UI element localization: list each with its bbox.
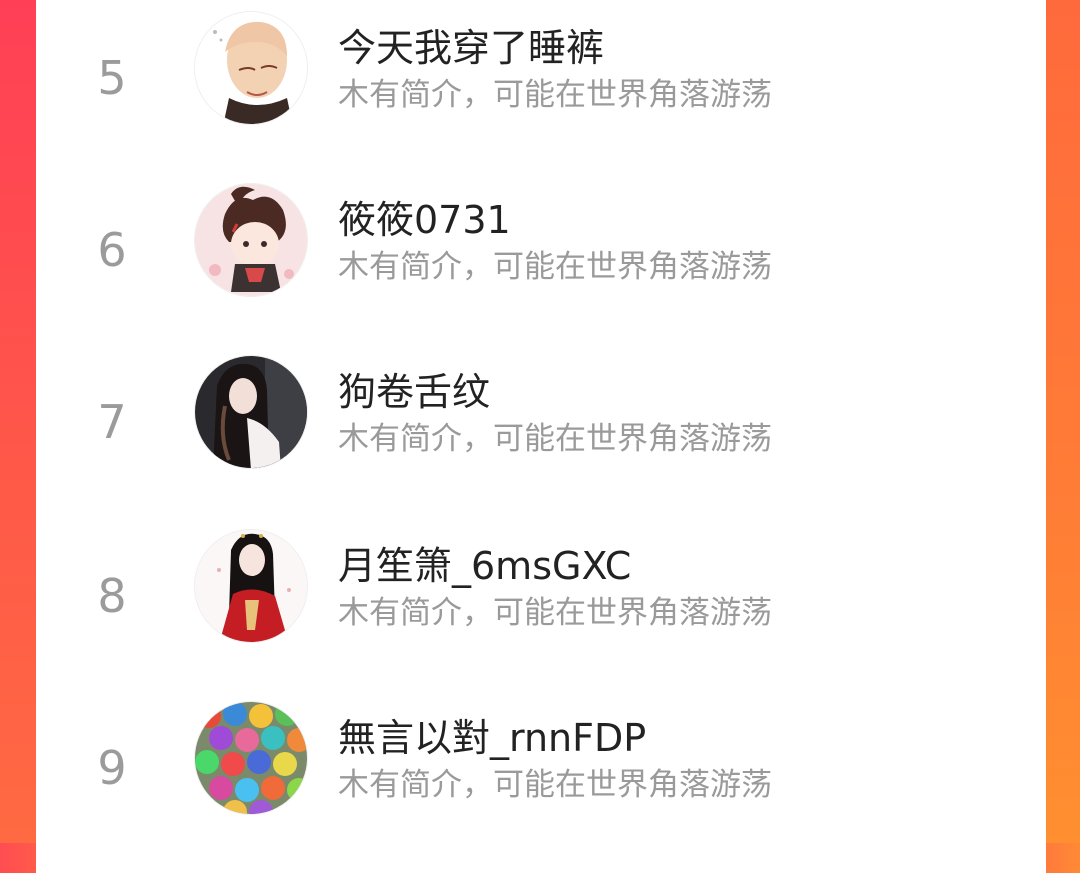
- rank-number: 5: [97, 51, 127, 105]
- ranking-list-item[interactable]: 9 無言以對_rnnFDP 木有简介，可能在世界角落游荡: [36, 701, 1046, 873]
- user-bio: 木有简介，可能在世界角落游荡: [338, 77, 772, 113]
- user-bio: 木有简介，可能在世界角落游荡: [338, 421, 772, 457]
- ranking-list-item[interactable]: 5 今天我穿了睡裤 木有简介，可能在世界角落游荡: [36, 11, 1046, 183]
- rank-number: 8: [97, 569, 127, 623]
- user-name: 今天我穿了睡裤: [338, 26, 605, 70]
- rank-number: 6: [97, 223, 127, 277]
- red-dress-girl-avatar-icon[interactable]: [194, 529, 308, 643]
- user-name: 月笙箫_6msGXC: [338, 544, 632, 588]
- ranking-list-item[interactable]: 8 月笙箫_6msGXC 木有简介，可能在世界角落游荡: [36, 529, 1046, 701]
- left-edge-background: [0, 0, 36, 843]
- user-bio: 木有简介，可能在世界角落游荡: [338, 767, 772, 803]
- user-name: 無言以對_rnnFDP: [338, 716, 647, 760]
- ranking-list-item[interactable]: 6 筱筱0731 木有简介，可能在世界角落游荡: [36, 183, 1046, 355]
- rank-number: 9: [97, 741, 127, 795]
- umbrellas-avatar-icon[interactable]: [194, 701, 308, 815]
- right-edge-background: [1046, 0, 1080, 843]
- user-bio: 木有简介，可能在世界角落游荡: [338, 595, 772, 631]
- user-name: 狗卷舌纹: [338, 370, 491, 414]
- ranking-panel: 5 今天我穿了睡裤 木有简介，可能在世界角落游荡 6 筱筱0731 木有简介，可…: [36, 0, 1046, 843]
- ranking-list-item[interactable]: 7 狗卷舌纹 木有简介，可能在世界角落游荡: [36, 355, 1046, 527]
- user-name: 筱筱0731: [338, 198, 511, 242]
- rank-number: 7: [97, 395, 127, 449]
- user-bio: 木有简介，可能在世界角落游荡: [338, 249, 772, 285]
- long-hair-girl-avatar-icon[interactable]: [194, 355, 308, 469]
- anime-girl-avatar-icon[interactable]: [194, 183, 308, 297]
- bald-man-avatar-icon[interactable]: [194, 11, 308, 125]
